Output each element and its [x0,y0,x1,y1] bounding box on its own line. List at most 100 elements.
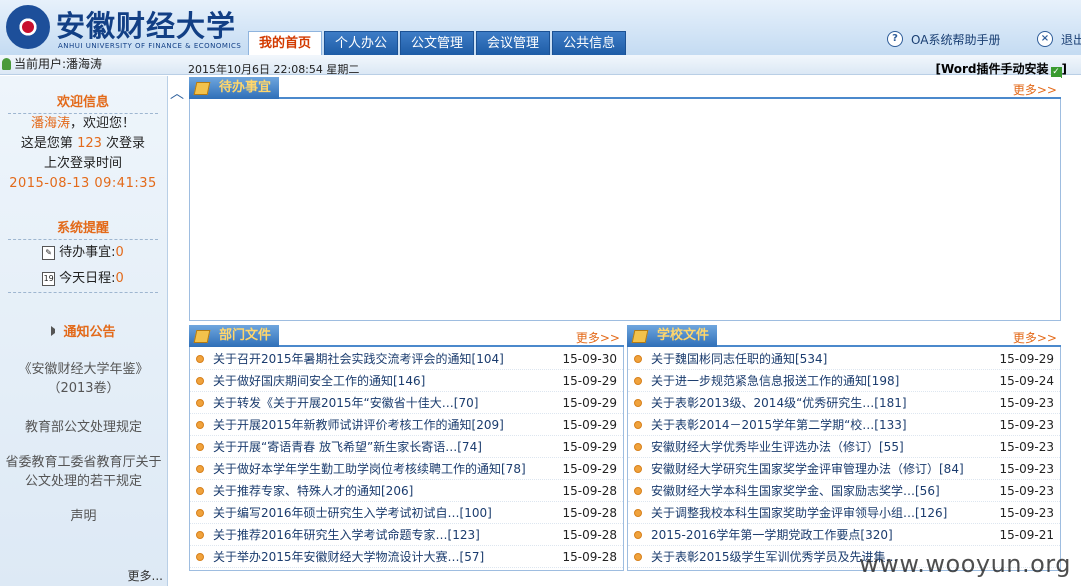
item-title[interactable]: 关于转发《关于开展2015年“安徽省十佳大…[70] [213,394,559,411]
list-item[interactable]: 关于进一步规范紧急信息报送工作的通知[198] 15-09-24 [628,370,1060,392]
help-manual-link[interactable]: ? OA系统帮助手册 [887,29,1000,49]
university-logo[interactable]: 安徽财经大学 ANHUI UNIVERSITY OF FINANCE & ECO… [4,3,244,51]
university-name: 安徽财经大学 [56,9,237,43]
list-item[interactable]: 关于开展“寄语青春 放飞希望”新生家长寄语…[74] 15-09-29 [190,436,623,458]
tab-personal-office[interactable]: 个人办公 [324,31,399,55]
tab-meeting-management[interactable]: 会议管理 [476,31,551,55]
item-date: 15-09-28 [562,505,617,520]
notice-item[interactable]: 省委教育工委省教育厅关于公文处理的若干规定 [0,453,167,491]
item-title[interactable]: 关于开展“寄语青春 放飞希望”新生家长寄语…[74] [213,438,559,455]
item-title[interactable]: 2015-2016学年第一学期党政工作要点[320] [651,526,996,543]
bullet-icon [634,464,642,473]
list-item[interactable]: 关于推荐专家、特殊人才的通知[206] 15-09-28 [190,480,623,502]
dept-files-more-link[interactable]: 更多>> [576,329,620,346]
schedule-reminder-label: 今天日程: [59,271,116,286]
item-title[interactable]: 安徽财经大学优秀毕业生评选办法（修订）[55] [651,438,996,455]
collapse-up-icon[interactable]: ︿ [169,86,185,102]
todo-reminder-label: 待办事宜: [59,245,116,260]
greeting-suffix: ，欢迎您！ [70,116,136,131]
item-title[interactable]: 安徽财经大学研究生国家奖学金评审管理办法（修订）[84] [651,460,996,477]
list-item[interactable]: 关于编写2016年硕士研究生入学考试初试自…[100] 15-09-28 [190,502,623,524]
item-title[interactable]: 关于推荐专家、特殊人才的通知[206] [213,482,559,499]
speaker-icon [51,325,61,336]
item-date: 15-09-21 [999,527,1054,542]
notice-item[interactable]: 声明 [0,507,167,526]
notice-item[interactable]: 教育部公文处理规定 [0,418,167,437]
item-title[interactable]: 安徽财经大学本科生国家奖学金、国家励志奖学…[56] [651,482,996,499]
dept-files-tab[interactable]: 部门文件 [189,325,280,347]
todo-panel-tab[interactable]: 待办事宜 [189,77,280,99]
list-item[interactable]: 安徽财经大学优秀毕业生评选办法（修订）[55] 15-09-23 [628,436,1060,458]
todo-more-link[interactable]: 更多>> [1013,81,1057,98]
bullet-icon [634,508,642,517]
current-user: 当前用户:潘海涛 [2,55,102,72]
user-icon [2,57,11,70]
todo-count: 0 [115,245,124,260]
todo-reminder[interactable]: ✎ 待办事宜: 0 [8,240,158,266]
list-item[interactable]: 2015-2016学年第一学期党政工作要点[320] 15-09-21 [628,524,1060,546]
university-name-en: ANHUI UNIVERSITY OF FINANCE & ECONOMICS [58,42,242,50]
welcome-section: 欢迎信息 潘海涛，欢迎您！ 这是您第 123 次登录 上次登录时间 2015-0… [8,76,158,194]
dept-files-title: 部门文件 [219,328,272,343]
list-item[interactable]: 关于开展2015年新教师试讲评价考核工作的通知[209] 15-09-29 [190,414,623,436]
bullet-icon [196,530,204,539]
folder-icon [193,329,211,343]
list-item[interactable]: 关于做好本学年学生勤工助学岗位考核续聘工作的通知[78] 15-09-29 [190,458,623,480]
school-files-tab[interactable]: 学校文件 [627,325,718,347]
list-item[interactable]: 关于推荐2016年研究生入学考试命题专家…[123] 15-09-28 [190,524,623,546]
university-seal-icon [6,5,50,49]
item-title[interactable]: 关于进一步规范紧急信息报送工作的通知[198] [651,372,996,389]
item-date: 15-09-23 [999,505,1054,520]
bullet-icon [634,376,642,385]
list-item[interactable]: 安徽财经大学研究生国家奖学金评审管理办法（修订）[84] 15-09-23 [628,458,1060,480]
item-date: 15-09-29 [562,395,617,410]
list-item[interactable]: 关于表彰2013级、2014级“优秀研究生…[181] 15-09-23 [628,392,1060,414]
list-item[interactable]: 关于举办2015年安徽财经大学物流设计大赛…[57] 15-09-28 [190,546,623,568]
schedule-reminder[interactable]: 19 今天日程: 0 [8,266,158,292]
current-user-label: 当前用户:潘海涛 [14,57,103,71]
item-title[interactable]: 关于表彰2014－2015学年第二学期“校…[133] [651,416,996,433]
list-item[interactable]: 关于转发《关于开展2015年“安徽省十佳大…[70] 15-09-29 [190,392,623,414]
list-item[interactable]: 关于魏国彬同志任职的通知[534] 15-09-29 [628,348,1060,370]
item-title[interactable]: 关于推荐2016年研究生入学考试命题专家…[123] [213,526,559,543]
word-plugin-bracket: ] [1061,62,1067,76]
bullet-icon [634,398,642,407]
list-item[interactable]: 关于做好国庆期间安全工作的通知[146] 15-09-29 [190,370,623,392]
item-title[interactable]: 关于表彰2013级、2014级“优秀研究生…[181] [651,394,996,411]
item-title[interactable]: 关于举办2015年安徽财经大学物流设计大赛…[57] [213,548,559,565]
tab-home[interactable]: 我的首页 [248,31,323,55]
notice-title-label: 通知公告 [63,325,116,340]
login-count-line: 这是您第 123 次登录 [8,134,158,154]
list-item[interactable]: 安徽财经大学本科生国家奖学金、国家励志奖学…[56] 15-09-23 [628,480,1060,502]
bullet-icon [634,530,642,539]
item-title[interactable]: 关于做好国庆期间安全工作的通知[146] [213,372,559,389]
list-item[interactable]: 关于调整我校本科生国家奖助学金评审领导小组…[126] 15-09-23 [628,502,1060,524]
calendar-icon: 19 [42,272,56,286]
tab-public-info[interactable]: 公共信息 [552,31,627,55]
notice-more-link[interactable]: 更多... [128,567,163,584]
login-count: 123 [77,136,102,151]
help-manual-label: OA系统帮助手册 [911,32,1001,47]
reminder-section: 系统提醒 ✎ 待办事宜: 0 19 今天日程: 0 [8,202,158,292]
list-item[interactable]: 关于召开2015年暑期社会实践交流考评会的通知[104] 15-09-30 [190,348,623,370]
item-date: 15-09-29 [562,439,617,454]
item-title[interactable]: 关于编写2016年硕士研究生入学考试初试自…[100] [213,504,559,521]
item-title[interactable]: 关于开展2015年新教师试讲评价考核工作的通知[209] [213,416,559,433]
notice-item[interactable]: 《安徽财经大学年鉴》（2013卷） [0,360,167,398]
last-login-time: 2015-08-13 09:41:35 [9,176,157,191]
notice-title: 通知公告 [0,321,167,340]
main-nav: 我的首页 个人办公 公文管理 会议管理 公共信息 [248,31,627,55]
item-title[interactable]: 关于做好本学年学生勤工助学岗位考核续聘工作的通知[78] [213,460,559,477]
item-title[interactable]: 关于召开2015年暑期社会实践交流考评会的通知[104] [213,350,559,367]
current-datetime: 2015年10月6日 22:08:54 星期二 [188,63,360,76]
item-title[interactable]: 关于魏国彬同志任职的通知[534] [651,350,996,367]
bullet-icon [196,552,204,561]
item-date: 15-09-29 [562,373,617,388]
tab-document-management[interactable]: 公文管理 [400,31,475,55]
list-item[interactable]: 关于表彰2014－2015学年第二学期“校…[133] 15-09-23 [628,414,1060,436]
dept-files-panel: 部门文件 更多>> 关于召开2015年暑期社会实践交流考评会的通知[104] 15… [189,325,624,571]
logout-link[interactable]: × 退出 [1037,29,1081,49]
item-title[interactable]: 关于调整我校本科生国家奖助学金评审领导小组…[126] [651,504,996,521]
word-plugin-install-link[interactable]: [Word插件手动安装 ✓] [935,60,1067,78]
school-files-more-link[interactable]: 更多>> [1013,329,1057,346]
